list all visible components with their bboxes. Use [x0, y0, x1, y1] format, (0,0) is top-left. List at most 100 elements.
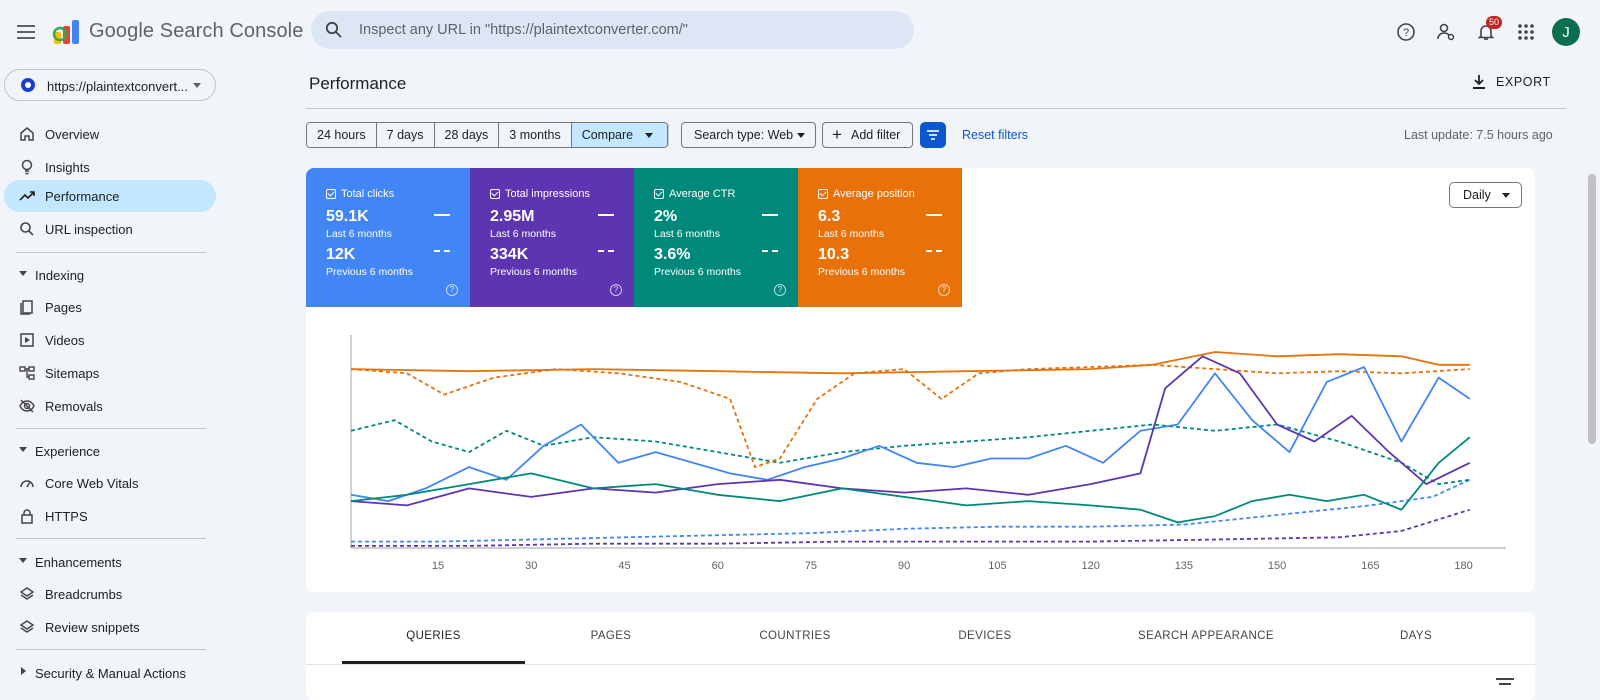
metric-name: Total impressions: [505, 188, 590, 200]
sidebar-item-label: Videos: [45, 333, 85, 348]
reset-filters-link[interactable]: Reset filters: [962, 128, 1028, 142]
range-3-months[interactable]: 3 months: [499, 123, 572, 147]
section-indexing[interactable]: Indexing: [4, 261, 216, 289]
notifications-icon[interactable]: 50: [1470, 16, 1503, 48]
help-icon[interactable]: ?: [938, 284, 950, 296]
sidebar-item-label: Review snippets: [45, 620, 140, 635]
metric-prev-period: Previous 6 months: [490, 266, 577, 278]
metric-average-position[interactable]: Average position 6.3 Last 6 months 10.3 …: [798, 168, 962, 307]
search-icon: [18, 220, 36, 238]
section-label: Enhancements: [35, 555, 122, 570]
x-tick-label: 60: [712, 560, 724, 572]
sidebar-item-label: URL inspection: [45, 222, 133, 237]
video-icon: [18, 331, 36, 349]
range-28-days[interactable]: 28 days: [434, 123, 500, 147]
metric-total-impressions[interactable]: Total impressions 2.95M Last 6 months 33…: [470, 168, 634, 307]
sidebar-item-videos[interactable]: Videos: [4, 324, 216, 356]
metric-prev-period: Previous 6 months: [818, 266, 905, 278]
range-compare[interactable]: Compare: [571, 123, 668, 147]
filter-settings-button[interactable]: [920, 122, 946, 148]
divider: [16, 252, 206, 253]
solid-line-legend: [434, 214, 450, 216]
scrollbar-thumb[interactable]: [1588, 174, 1596, 444]
filter-rows-icon[interactable]: [1496, 676, 1514, 692]
tab-countries[interactable]: COUNTRIES: [710, 630, 880, 642]
svg-text:?: ?: [1403, 27, 1409, 39]
sidebar-item-url-inspection[interactable]: URL inspection: [4, 213, 216, 245]
section-experience[interactable]: Experience: [4, 437, 216, 465]
x-tick-label: 135: [1175, 560, 1193, 572]
app-title: Google Search Console: [89, 20, 304, 42]
tab-queries[interactable]: QUERIES: [342, 630, 525, 642]
range-7-days[interactable]: 7 days: [376, 123, 435, 147]
dimension-tabs-card: QUERIES PAGES COUNTRIES DEVICES SEARCH A…: [306, 612, 1535, 700]
range-24-hours[interactable]: 24 hours: [307, 123, 377, 147]
checkbox-icon[interactable]: [654, 189, 664, 199]
url-inspect-input[interactable]: [359, 11, 899, 49]
checkbox-icon[interactable]: [326, 189, 336, 199]
divider: [668, 124, 669, 146]
tab-days[interactable]: DAYS: [1366, 630, 1466, 642]
sidebar-item-insights[interactable]: Insights: [4, 151, 216, 183]
section-security[interactable]: Security & Manual Actions: [4, 659, 216, 687]
series-line-total-impressions-dashed: [351, 508, 1471, 547]
series-line-average-position-dashed: [350, 363, 1470, 468]
checkbox-icon[interactable]: [490, 189, 500, 199]
speedometer-icon: [18, 474, 36, 492]
metric-average-ctr[interactable]: Average CTR 2% Last 6 months 3.6% Previo…: [634, 168, 798, 307]
metric-prev-value: 10.3: [818, 246, 850, 263]
sidebar-item-performance[interactable]: Performance: [4, 180, 216, 212]
menu-icon[interactable]: [14, 20, 38, 44]
plus-icon: +: [832, 125, 842, 144]
x-tick-label: 120: [1081, 560, 1099, 572]
help-icon[interactable]: ?: [1390, 16, 1422, 48]
x-tick-label: 105: [988, 560, 1006, 572]
tab-search-appearance[interactable]: SEARCH APPEARANCE: [1106, 630, 1306, 642]
x-tick-label: 90: [898, 560, 910, 572]
url-inspect-search[interactable]: [311, 11, 914, 49]
sidebar-item-label: Sitemaps: [45, 366, 100, 381]
x-tick-label: 45: [618, 560, 630, 572]
search-type-filter[interactable]: Search type: Web: [681, 122, 816, 148]
x-tick-label: 150: [1268, 560, 1286, 572]
metric-period: Last 6 months: [818, 228, 884, 240]
sidebar-item-overview[interactable]: Overview: [4, 118, 216, 150]
series-line-total-clicks-solid: [350, 366, 1471, 502]
performance-chart-card: Total clicks 59.1K Last 6 months 12K Pre…: [306, 168, 1535, 592]
sidebar-item-review-snippets[interactable]: Review snippets: [4, 611, 216, 643]
metric-total-clicks[interactable]: Total clicks 59.1K Last 6 months 12K Pre…: [306, 168, 470, 307]
export-label: EXPORT: [1496, 75, 1551, 89]
account-avatar[interactable]: J: [1550, 16, 1582, 48]
section-enhancements[interactable]: Enhancements: [4, 548, 216, 576]
sitemap-icon: [18, 364, 36, 382]
help-icon[interactable]: ?: [446, 284, 458, 296]
manage-users-icon[interactable]: [1430, 16, 1462, 48]
sidebar-item-label: Removals: [45, 399, 103, 414]
sidebar-item-removals[interactable]: Removals: [4, 390, 216, 422]
sidebar-item-https[interactable]: HTTPS: [4, 500, 216, 532]
help-icon[interactable]: ?: [610, 284, 622, 296]
date-range-selector: 24 hours 7 days 28 days 3 months Compare: [306, 122, 669, 148]
solid-line-legend: [762, 214, 778, 216]
metric-value: 2%: [654, 208, 678, 225]
series-line-average-ctr-solid: [350, 436, 1471, 524]
apps-grid-icon[interactable]: [1510, 16, 1542, 48]
sidebar-item-label: Insights: [45, 160, 90, 175]
sidebar-item-breadcrumbs[interactable]: Breadcrumbs: [4, 578, 216, 610]
export-button[interactable]: EXPORT: [1472, 74, 1551, 90]
help-icon[interactable]: ?: [774, 284, 786, 296]
filter-icon: [927, 130, 939, 140]
add-filter-button[interactable]: + Add filter: [822, 122, 913, 148]
x-tick-label: 15: [432, 560, 444, 572]
sidebar-item-core-web-vitals[interactable]: Core Web Vitals: [4, 467, 216, 499]
solid-line-legend: [926, 214, 942, 216]
tab-devices[interactable]: DEVICES: [900, 630, 1070, 642]
property-selector[interactable]: https://plaintextconvert...: [4, 69, 216, 101]
tab-pages[interactable]: PAGES: [526, 630, 696, 642]
metric-prev-period: Previous 6 months: [326, 266, 413, 278]
sidebar-item-sitemaps[interactable]: Sitemaps: [4, 357, 216, 389]
granularity-select[interactable]: Daily: [1449, 182, 1522, 208]
page-title: Performance: [309, 74, 407, 93]
checkbox-icon[interactable]: [818, 189, 828, 199]
sidebar-item-pages[interactable]: Pages: [4, 291, 216, 323]
